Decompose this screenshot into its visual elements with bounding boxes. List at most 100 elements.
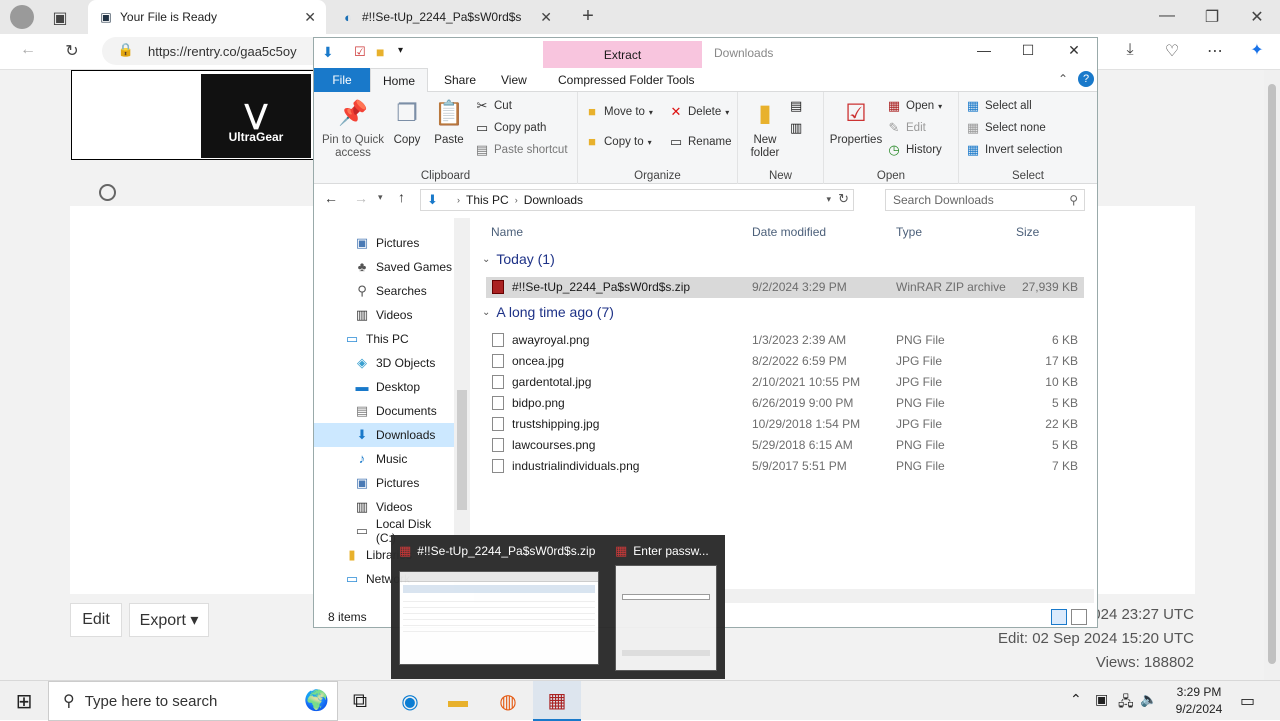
up-arrow-icon[interactable]: ↑ [398,189,405,205]
maximize-button[interactable]: ☐ [1006,42,1050,66]
file-row[interactable]: #!!Se-tUp_2244_Pa$sW0rd$s.zip 9/2/2024 3:… [486,277,1084,298]
file-row[interactable]: oncea.jpg 8/2/2022 6:59 PM JPG File 17 KB [486,351,1084,372]
select-all-button[interactable]: ▦ Select all [965,98,1032,114]
minimize-browser-button[interactable]: — [1155,7,1179,25]
close-tab-icon[interactable]: ✕ [304,9,316,26]
nav-item-music[interactable]: ♪ Music [314,447,454,471]
network-icon[interactable]: 🖧 [1118,691,1134,715]
new-tab-button[interactable]: + [576,5,600,28]
edge-taskbar-icon[interactable]: ◉ [386,681,434,721]
refresh-folder-icon[interactable]: ↻ [838,191,849,207]
nav-item-searches[interactable]: ⚲ Searches [314,279,454,303]
easy-access-icon[interactable]: ▥ [790,120,802,136]
page-scrollbar-thumb[interactable] [1268,84,1276,664]
copy-path-button[interactable]: ▭ Copy path [474,120,547,136]
paste-shortcut-button[interactable]: ▤ Paste shortcut [474,142,568,158]
task-view-icon[interactable]: ⧉ [336,681,384,721]
extensions-icon[interactable]: ♡ [1160,41,1184,61]
ultragear-logo[interactable]: ⋁ UltraGear [201,74,311,158]
tab-setup-password[interactable]: ◐ #!!Se-tUp_2244_Pa$sW0rd$s ✕ [330,0,562,34]
tab-file[interactable]: File [314,68,370,92]
edit-button[interactable]: Edit [70,603,122,637]
preview-winrar-archive[interactable]: ▦ #!!Se-tUp_2244_Pa$sW0rd$s.zip [399,543,595,559]
breadcrumb-downloads[interactable]: Downloads [524,193,583,207]
notifications-icon[interactable]: ▭ [1240,691,1255,711]
column-date-modified[interactable]: Date modified [752,225,826,239]
file-row[interactable]: awayroyal.png 1/3/2023 2:39 AM PNG File 6 K… [486,330,1084,351]
tab-home[interactable]: Home [370,68,428,92]
tab-view[interactable]: View [489,68,539,92]
downloads-icon[interactable]: ⤓ [1118,41,1142,59]
forward-icon[interactable]: → [354,190,368,206]
back-arrow-icon[interactable]: ← [16,41,40,59]
tab-share[interactable]: Share [432,68,488,92]
device-icon[interactable]: ▣ [1095,691,1108,708]
collapse-ribbon-icon[interactable]: ⌃ [1058,72,1068,86]
cut-button[interactable]: ✂ Cut [474,98,512,114]
nav-item-videos[interactable]: ▥ Videos [314,495,454,519]
start-windows-icon[interactable]: ⊞ [0,681,48,721]
nav-item-desktop[interactable]: ▬ Desktop [314,375,454,399]
close-button[interactable]: ✕ [1052,42,1096,66]
file-row[interactable]: industrialindividuals.png 5/9/2017 5:51 P… [486,456,1084,477]
profile-avatar[interactable] [10,5,34,29]
copilot-icon[interactable]: ✦ [1245,40,1269,60]
url-field[interactable]: 🔒 https://rentry.co/gaa5c5oy [102,37,332,65]
export-button[interactable]: Export ▾ [129,603,209,637]
column-type[interactable]: Type [896,225,922,239]
nav-item-pictures[interactable]: ▣ Pictures [314,471,454,495]
search-downloads-field[interactable]: Search Downloads ⚲ [885,189,1085,211]
volume-icon[interactable]: 🔈 [1140,691,1157,708]
file-explorer-taskbar-icon[interactable]: ▬ [434,681,482,721]
copy-to-button[interactable]: ■ Copy to ▾ [584,134,652,150]
file-row[interactable]: gardentotal.jpg 2/10/2021 10:55 PM JPG Fil… [486,372,1084,393]
new-item-icon[interactable]: ▤ [790,98,802,114]
close-browser-button[interactable]: ✕ [1245,7,1269,27]
navigation-pane-scroll-thumb[interactable] [457,390,467,510]
copy-button[interactable]: ❐ Copy [388,98,426,147]
refresh-icon[interactable]: ↻ [60,41,84,61]
details-view-icon[interactable] [1051,609,1067,625]
nav-item-downloads[interactable]: ⬇ Downloads [314,423,454,447]
nav-item-videos[interactable]: ▥ Videos [314,303,454,327]
tab-compressed-folder-tools[interactable]: Compressed Folder Tools [546,68,707,92]
taskbar-clock[interactable]: 3:29 PM 9/2/2024 [1165,684,1233,718]
restore-browser-button[interactable]: ❐ [1200,7,1224,27]
pin-quick-access-button[interactable]: 📌 Pin to Quick access [318,98,388,160]
nav-item-this-pc[interactable]: ▭ This PC [314,327,454,351]
invert-selection-button[interactable]: ▦ Invert selection [965,142,1063,158]
move-to-button[interactable]: ■ Move to ▾ [584,104,653,120]
new-folder-button[interactable]: ▮ New folder [742,98,788,160]
large-icons-view-icon[interactable] [1071,609,1087,625]
winrar-window-preview[interactable] [399,571,599,665]
nav-item-documents[interactable]: ▤ Documents [314,399,454,423]
password-dialog-preview[interactable] [615,565,717,671]
properties-quick-icon[interactable]: ☑ [354,44,366,60]
minimize-button[interactable]: — [962,42,1006,66]
tab-your-file-is-ready[interactable]: ▣ Your File is Ready ✕ [88,0,326,34]
help-icon[interactable]: ? [1078,71,1094,87]
preview-enter-password[interactable]: ▦ Enter passw... [615,543,709,559]
close-tab-icon[interactable]: ✕ [540,9,552,26]
quick-access-dropdown-icon[interactable]: ▾ [398,45,403,56]
file-row[interactable]: bidpo.png 6/26/2019 9:00 PM PNG File 5 KB [486,393,1084,414]
more-menu-icon[interactable]: ⋯ [1203,41,1227,61]
address-dropdown-icon[interactable]: ▾ [826,194,831,205]
paste-button[interactable]: 📋 Paste [430,98,468,147]
recent-locations-icon[interactable]: ▾ [378,192,383,203]
winrar-taskbar-icon[interactable]: ▦ [533,681,581,721]
column-size[interactable]: Size [1016,225,1039,239]
nav-item-3d-objects[interactable]: ◈ 3D Objects [314,351,454,375]
properties-button[interactable]: ☑ Properties [828,98,884,147]
breadcrumb-this-pc[interactable]: This PC [466,193,509,207]
show-hidden-icons-icon[interactable]: ⌃ [1070,691,1082,708]
folder-quick-icon[interactable]: ■ [376,44,384,60]
group-header[interactable]: ⌄ A long time ago (7) [482,304,614,320]
back-icon[interactable]: ← [324,190,338,206]
nav-item-saved-games[interactable]: ♣ Saved Games [314,255,454,279]
firefox-taskbar-icon[interactable]: ◍ [484,681,532,721]
history-button[interactable]: ◷ History [886,142,941,158]
edit-file-button[interactable]: ✎ Edit [886,120,926,136]
delete-button[interactable]: ✕ Delete ▾ [668,104,730,120]
open-button[interactable]: ▦ Open ▾ [886,98,942,114]
